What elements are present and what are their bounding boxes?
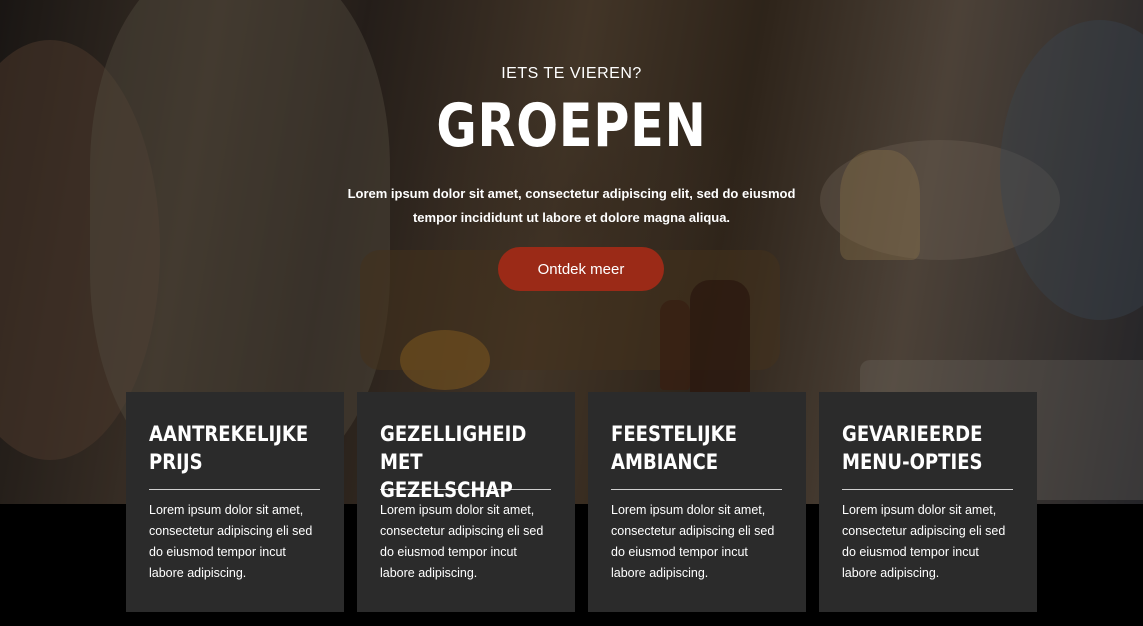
feature-text: Lorem ipsum dolor sit amet, consectetur … bbox=[380, 503, 544, 580]
feature-title: GEVARIEERDE MENU-OPTIES bbox=[842, 422, 983, 474]
feature-card: GEZELLIGHEID MET GEZELSCHAP Lorem ipsum … bbox=[357, 392, 575, 612]
discover-more-button[interactable]: Ontdek meer bbox=[498, 247, 664, 291]
feature-card: FEESTELIJKE AMBIANCE Lorem ipsum dolor s… bbox=[588, 392, 806, 612]
feature-text: Lorem ipsum dolor sit amet, consectetur … bbox=[611, 503, 775, 580]
feature-text: Lorem ipsum dolor sit amet, consectetur … bbox=[842, 503, 1006, 580]
feature-text: Lorem ipsum dolor sit amet, consectetur … bbox=[149, 503, 313, 580]
hero-eyebrow: IETS TE VIEREN? bbox=[501, 65, 642, 82]
feature-card: AANTREKELIJKE PRIJS Lorem ipsum dolor si… bbox=[126, 392, 344, 612]
feature-card: GEVARIEERDE MENU-OPTIES Lorem ipsum dolo… bbox=[819, 392, 1037, 612]
feature-title: AANTREKELIJKE PRIJS bbox=[149, 422, 309, 474]
feature-title: FEESTELIJKE AMBIANCE bbox=[611, 422, 737, 474]
divider bbox=[149, 489, 320, 490]
feature-title: GEZELLIGHEID MET GEZELSCHAP bbox=[380, 422, 527, 502]
hero-title: GROEPEN bbox=[436, 91, 707, 161]
divider bbox=[611, 489, 782, 490]
hero-intro: Lorem ipsum dolor sit amet, consectetur … bbox=[347, 186, 796, 225]
divider bbox=[842, 489, 1013, 490]
